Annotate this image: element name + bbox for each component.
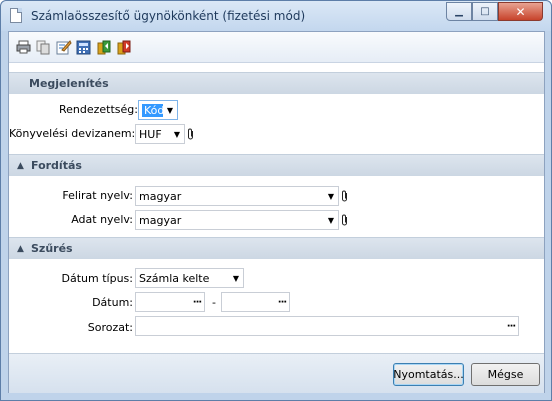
minimize-icon: ▁ bbox=[455, 6, 463, 17]
series-label: Sorozat: bbox=[87, 321, 133, 334]
ordering-value: Kód bbox=[142, 103, 163, 117]
paperclip-icon[interactable] bbox=[339, 186, 351, 206]
currency-select[interactable]: HUF ▼ bbox=[135, 124, 185, 144]
print-button[interactable]: Nyomtatás... bbox=[393, 363, 464, 386]
printer-icon[interactable] bbox=[15, 39, 32, 56]
chevron-down-icon: ▼ bbox=[166, 105, 174, 115]
paperclip-icon[interactable] bbox=[185, 124, 197, 144]
caption-lang-select[interactable]: magyar ▼ bbox=[135, 186, 339, 206]
toolbar bbox=[9, 32, 544, 63]
maximize-button[interactable]: □ bbox=[472, 2, 498, 21]
collapse-arrow-icon: ▲ bbox=[17, 243, 24, 254]
maximize-icon: □ bbox=[480, 6, 490, 17]
title-bar: Számlaösszesítő ügynökönként (fizetési m… bbox=[1, 1, 551, 31]
caption-lang-label: Felirat nyelv: bbox=[62, 189, 133, 202]
document-icon bbox=[10, 8, 22, 23]
data-lang-label: Adat nyelv: bbox=[71, 213, 133, 226]
date-type-select[interactable]: Számla kelte ▼ bbox=[135, 268, 244, 288]
dialog-body: Megjelenítés Rendezettség: Kód ▼ Könyvel… bbox=[8, 31, 545, 393]
date-type-label: Dátum típus: bbox=[61, 272, 133, 285]
close-button[interactable]: ✕ bbox=[498, 2, 543, 21]
cancel-button[interactable]: Mégse bbox=[471, 363, 540, 386]
ordering-label: Rendezettség: bbox=[59, 103, 138, 116]
minimize-button[interactable]: ▁ bbox=[446, 2, 472, 21]
caption-lang-value: magyar bbox=[139, 189, 182, 203]
ordering-select[interactable]: Kód ▼ bbox=[138, 100, 178, 120]
ellipsis-icon[interactable]: ··· bbox=[504, 321, 518, 332]
chevron-down-icon: ▼ bbox=[232, 273, 240, 283]
currency-value: HUF bbox=[139, 127, 162, 141]
date-range-separator: - bbox=[212, 296, 216, 309]
copy-icon[interactable] bbox=[35, 39, 52, 56]
section-filter-title: Szűrés bbox=[31, 242, 73, 255]
import-icon[interactable] bbox=[115, 39, 132, 56]
date-to-input[interactable]: ··· bbox=[221, 292, 290, 312]
section-filter[interactable]: ▲ Szűrés bbox=[9, 237, 544, 259]
date-label: Dátum: bbox=[92, 296, 133, 309]
section-display-title: Megjelenítés bbox=[29, 77, 109, 90]
ellipsis-icon[interactable]: ··· bbox=[190, 297, 204, 308]
ellipsis-icon[interactable]: ··· bbox=[275, 297, 289, 308]
collapse-arrow-icon: ▲ bbox=[17, 160, 24, 171]
button-bar: Nyomtatás... Mégse bbox=[9, 353, 544, 393]
section-translation-title: Fordítás bbox=[31, 159, 82, 172]
paperclip-icon[interactable] bbox=[339, 210, 351, 230]
chevron-down-icon: ▼ bbox=[327, 191, 335, 201]
data-lang-value: magyar bbox=[139, 213, 182, 227]
chevron-down-icon: ▼ bbox=[173, 129, 181, 139]
export-icon[interactable] bbox=[95, 39, 112, 56]
date-from-input[interactable]: ··· bbox=[135, 292, 205, 312]
edit-icon[interactable] bbox=[55, 39, 72, 56]
calculator-icon[interactable] bbox=[75, 39, 92, 56]
close-icon: ✕ bbox=[515, 4, 526, 19]
dialog-window: Számlaösszesítő ügynökönként (fizetési m… bbox=[0, 0, 552, 401]
series-input[interactable]: ··· bbox=[135, 316, 519, 336]
chevron-down-icon: ▼ bbox=[327, 215, 335, 225]
date-type-value: Számla kelte bbox=[139, 271, 210, 285]
data-lang-select[interactable]: magyar ▼ bbox=[135, 210, 339, 230]
currency-label: Könyvelési devizanem: bbox=[9, 127, 136, 140]
window-title: Számlaösszesítő ügynökönként (fizetési m… bbox=[31, 9, 306, 23]
section-display: Megjelenítés bbox=[9, 72, 544, 94]
section-translation[interactable]: ▲ Fordítás bbox=[9, 154, 544, 176]
